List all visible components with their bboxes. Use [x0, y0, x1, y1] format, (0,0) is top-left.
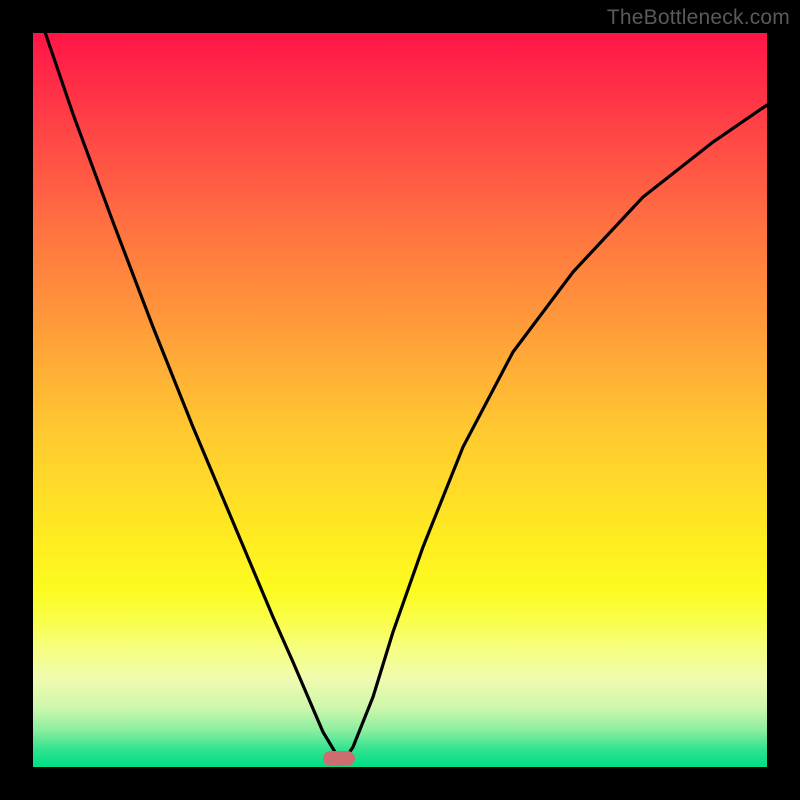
watermark-text: TheBottleneck.com — [607, 6, 790, 30]
curve-path — [33, 33, 767, 762]
bottleneck-curve — [33, 33, 767, 767]
plot-area — [33, 33, 767, 767]
optimal-point-marker — [323, 751, 355, 766]
